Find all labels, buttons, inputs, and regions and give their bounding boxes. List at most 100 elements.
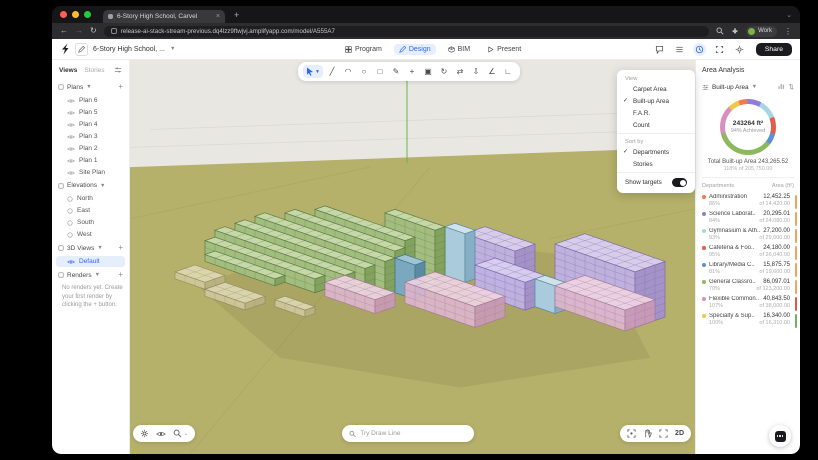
copy-tool[interactable]: ▣	[421, 65, 435, 78]
item-plan-2[interactable]: Plan 2	[56, 143, 125, 154]
edit-project-name-button[interactable]	[75, 43, 88, 56]
menu-view-f-a-r-[interactable]: F.A.R.	[617, 107, 695, 119]
pan-hand-icon[interactable]	[643, 429, 652, 438]
department-row[interactable]: Library/Media C..15,875.7581%of 19,600.0…	[702, 260, 794, 277]
share-button[interactable]: Share	[756, 43, 792, 56]
section-header-3d-views[interactable]: 3D Views▼+	[56, 241, 125, 255]
item-north[interactable]: North	[56, 193, 125, 204]
tab-stories[interactable]: Stories	[84, 67, 104, 74]
site-info-icon[interactable]	[111, 28, 117, 34]
item-plan-6[interactable]: Plan 6	[56, 95, 125, 106]
zoom-fit-icon[interactable]	[627, 429, 636, 438]
3d-scene[interactable]	[130, 60, 695, 454]
app-logo-icon[interactable]	[60, 43, 70, 55]
item-visibility-icon[interactable]	[67, 170, 75, 176]
list-icon[interactable]	[673, 43, 686, 56]
item-plan-5[interactable]: Plan 5	[56, 107, 125, 118]
visibility-eye-icon[interactable]	[156, 430, 166, 438]
draw-tool[interactable]: ✎	[389, 65, 403, 78]
metric-selector[interactable]: Built-up Area ▼ ⇅	[702, 81, 794, 94]
browser-search-icon[interactable]	[716, 27, 724, 35]
item-south[interactable]: South	[56, 217, 125, 228]
item-visibility-icon[interactable]	[67, 98, 75, 104]
nav-program[interactable]: Program	[340, 44, 387, 55]
reload-icon[interactable]: ↻	[90, 27, 97, 35]
item-plan-1[interactable]: Plan 1	[56, 155, 125, 166]
new-tab-button[interactable]: +	[234, 10, 239, 20]
department-row[interactable]: Science Laborat..20,295.0184%of 24,080.0…	[702, 209, 794, 226]
minimize-window-button[interactable]	[72, 11, 79, 18]
circle-tool[interactable]: ○	[357, 65, 371, 78]
maximize-window-button[interactable]	[84, 11, 91, 18]
department-row[interactable]: General Classro..86,097.0170%of 123,200.…	[702, 277, 794, 294]
department-row[interactable]: Administration12,452.2586%of 14,420.00	[702, 192, 794, 209]
browser-profile-chip[interactable]: Work	[746, 26, 777, 37]
menu-sort-stories[interactable]: Stories	[617, 158, 695, 170]
back-icon[interactable]: ←	[60, 27, 68, 35]
item-default[interactable]: Default	[56, 256, 125, 267]
protractor-tool[interactable]: ∟	[501, 65, 515, 78]
item-visibility-icon[interactable]	[67, 110, 75, 116]
tool-dropdown-chevron-icon[interactable]: ▼	[315, 69, 320, 75]
section-header-elevations[interactable]: Elevations▼	[56, 179, 125, 192]
model-canvas[interactable]: ▼╱◠○□✎+▣↻⇄⇩∠∟ ⌄	[130, 60, 695, 454]
chart-view-icon[interactable]	[778, 83, 785, 91]
rectangle-tool[interactable]: □	[373, 65, 387, 78]
item-visibility-icon[interactable]	[67, 232, 73, 238]
department-row[interactable]: Specialty & Sup..16,340.00100%of 16,310.…	[702, 311, 794, 328]
item-visibility-icon[interactable]	[67, 122, 75, 128]
menu-view-carpet-area[interactable]: Carpet Area	[617, 83, 695, 95]
project-title-chevron-icon[interactable]: ▼	[170, 46, 175, 52]
item-visibility-icon[interactable]	[67, 158, 75, 164]
item-visibility-icon[interactable]	[67, 146, 75, 152]
tab-views[interactable]: Views	[59, 67, 77, 74]
pushpull-tool[interactable]: ⇩	[469, 65, 483, 78]
item-site-plan[interactable]: Site Plan	[56, 167, 125, 178]
department-row[interactable]: Gymnasium & Ath..27,200.0093%of 29,600.0…	[702, 226, 794, 243]
extensions-icon[interactable]	[731, 27, 739, 35]
history-icon[interactable]	[693, 43, 706, 56]
rotate-tool[interactable]: ↻	[437, 65, 451, 78]
item-west[interactable]: West	[56, 229, 125, 240]
department-row[interactable]: Cafeteria & Foo..24,180.0095%of 26,040.0…	[702, 243, 794, 260]
flip-tool[interactable]: ⇄	[453, 65, 467, 78]
nav-bim[interactable]: BIM	[443, 44, 475, 55]
zoom-tool-icon[interactable]: ⌄	[173, 429, 188, 438]
search-input[interactable]	[360, 430, 467, 437]
show-targets-toggle[interactable]	[672, 178, 687, 187]
item-visibility-icon[interactable]	[67, 134, 75, 140]
item-visibility-icon[interactable]	[67, 208, 73, 214]
model-block-blue[interactable]	[445, 223, 475, 282]
nav-present[interactable]: Present	[482, 44, 526, 55]
select-tool[interactable]: ▼	[303, 65, 323, 78]
forward-icon[interactable]: →	[75, 27, 83, 35]
toggle-2d-button[interactable]: 2D	[675, 430, 684, 437]
menu-view-count[interactable]: Count	[617, 119, 695, 131]
item-plan-4[interactable]: Plan 4	[56, 119, 125, 130]
nav-design[interactable]: Design	[394, 44, 436, 55]
arc-tool[interactable]: ◠	[341, 65, 355, 78]
section-header-plans[interactable]: Plans▼+	[56, 80, 125, 94]
add-renders-button[interactable]: +	[118, 271, 123, 279]
sort-icon[interactable]: ⇅	[789, 83, 794, 91]
fullscreen-icon[interactable]	[713, 43, 726, 56]
assistant-chat-button[interactable]	[769, 425, 791, 447]
appearance-sun-icon[interactable]	[733, 43, 746, 56]
move-tool[interactable]: +	[405, 65, 419, 78]
item-east[interactable]: East	[56, 205, 125, 216]
menu-sort-departments[interactable]: ✓Departments	[617, 146, 695, 158]
url-bar[interactable]: release-ai-stack-stream-previous.dq4lzz9…	[104, 26, 709, 37]
browser-tab[interactable]: 6-Story High School, Carvel ×	[103, 10, 225, 23]
expand-viewport-icon[interactable]	[659, 429, 668, 438]
section-header-renders[interactable]: Renders▼+	[56, 268, 125, 282]
item-visibility-icon[interactable]	[67, 220, 73, 226]
tab-close-icon[interactable]: ×	[216, 13, 220, 20]
menu-view-built-up-area[interactable]: ✓Built-up Area	[617, 95, 695, 107]
add-plans-button[interactable]: +	[118, 83, 123, 91]
sidebar-filter-icon[interactable]	[114, 66, 122, 74]
display-settings-gear-icon[interactable]	[140, 429, 149, 438]
window-controls[interactable]	[60, 11, 91, 18]
add-3d-views-button[interactable]: +	[118, 244, 123, 252]
department-row[interactable]: Flexible Common..40,843.50107%of 38,000.…	[702, 294, 794, 311]
item-visibility-icon[interactable]	[67, 196, 73, 202]
